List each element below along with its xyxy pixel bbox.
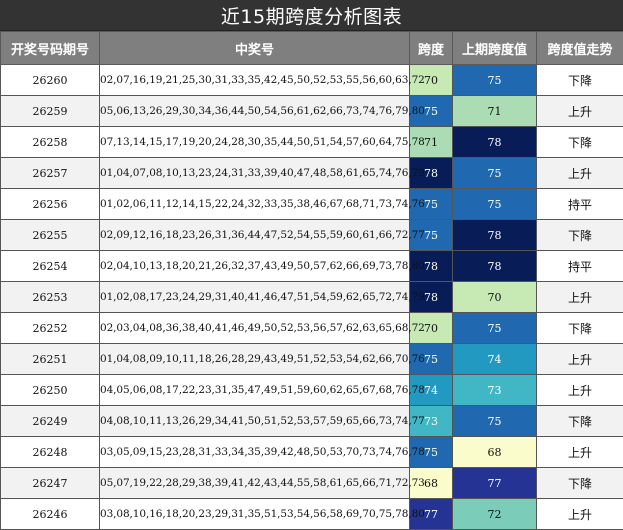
trend-cell: 下降 (536, 467, 623, 499)
trend-cell: 上升 (536, 281, 623, 313)
issue-cell: 26258 (0, 126, 100, 158)
table-row: 26251 01,04,08,09,10,11,18,26,28,29,43,4… (0, 343, 623, 375)
numbers-cell: 01,02,06,11,12,14,15,22,24,32,33,35,38,4… (99, 188, 425, 220)
prev-span-cell: 77 (452, 467, 537, 499)
prev-span-cell: 68 (452, 436, 537, 468)
numbers-cell: 02,03,04,08,36,38,40,41,46,49,50,52,53,5… (99, 312, 425, 344)
prev-span-cell: 75 (452, 312, 537, 344)
prev-span-cell: 75 (452, 64, 537, 96)
column-header-prev-span: 上期跨度值 (452, 31, 537, 65)
table-row: 26248 03,05,09,15,23,28,31,33,34,35,39,4… (0, 436, 623, 468)
column-header-numbers: 中奖号 (99, 31, 410, 65)
table-row: 26247 05,07,19,22,28,29,38,39,41,42,43,4… (0, 467, 623, 499)
trend-cell: 下降 (536, 126, 623, 158)
numbers-cell: 04,05,06,08,17,22,23,31,35,47,49,51,59,6… (99, 374, 425, 406)
issue-cell: 26251 (0, 343, 100, 375)
issue-cell: 26257 (0, 157, 100, 189)
table-row: 26254 02,04,10,13,18,20,21,26,32,37,43,4… (0, 250, 623, 282)
table-row: 26258 07,13,14,15,17,19,20,24,28,30,35,4… (0, 126, 623, 158)
page-title: 近15期跨度分析图表 (0, 0, 623, 31)
prev-span-cell: 78 (452, 219, 537, 251)
table-body: 26260 02,07,16,19,21,25,30,31,33,35,42,4… (0, 64, 623, 530)
column-header-trend: 跨度值走势 (536, 31, 623, 65)
numbers-cell: 05,07,19,22,28,29,38,39,41,42,43,44,55,5… (99, 467, 425, 499)
numbers-cell: 03,08,10,16,18,20,23,29,31,35,51,53,54,5… (99, 498, 425, 530)
trend-cell: 上升 (536, 95, 623, 127)
prev-span-cell: 73 (452, 374, 537, 406)
table-row: 26249 04,08,10,11,13,26,29,34,41,50,51,5… (0, 405, 623, 437)
table-row: 26252 02,03,04,08,36,38,40,41,46,49,50,5… (0, 312, 623, 344)
numbers-cell: 01,04,07,08,10,13,23,24,31,33,39,40,47,4… (99, 157, 425, 189)
trend-cell: 下降 (536, 312, 623, 344)
trend-cell: 下降 (536, 405, 623, 437)
prev-span-cell: 78 (452, 250, 537, 282)
issue-cell: 26256 (0, 188, 100, 220)
trend-cell: 上升 (536, 157, 623, 189)
numbers-cell: 03,05,09,15,23,28,31,33,34,35,39,42,48,5… (99, 436, 425, 468)
trend-cell: 持平 (536, 250, 623, 282)
table-row: 26250 04,05,06,08,17,22,23,31,35,47,49,5… (0, 374, 623, 406)
table-header-row: 开奖号码期号 中奖号 跨度 上期跨度值 跨度值走势 (0, 31, 623, 65)
issue-cell: 26254 (0, 250, 100, 282)
table-row: 26259 05,06,13,26,29,30,34,36,44,50,54,5… (0, 95, 623, 127)
issue-cell: 26260 (0, 64, 100, 96)
table-row: 26260 02,07,16,19,21,25,30,31,33,35,42,4… (0, 64, 623, 96)
numbers-cell: 01,02,08,17,23,24,29,31,40,41,46,47,51,5… (99, 281, 425, 313)
prev-span-cell: 74 (452, 343, 537, 375)
span-table: 开奖号码期号 中奖号 跨度 上期跨度值 跨度值走势 26260 02,07,16… (0, 31, 623, 530)
issue-cell: 26250 (0, 374, 100, 406)
issue-cell: 26252 (0, 312, 100, 344)
table-row: 26256 01,02,06,11,12,14,15,22,24,32,33,3… (0, 188, 623, 220)
numbers-cell: 02,07,16,19,21,25,30,31,33,35,42,45,50,5… (99, 64, 425, 96)
table-row: 26255 02,09,12,16,18,23,26,31,36,44,47,5… (0, 219, 623, 251)
span-analysis-chart: 近15期跨度分析图表 开奖号码期号 中奖号 跨度 上期跨度值 跨度值走势 262… (0, 0, 623, 530)
prev-span-cell: 78 (452, 126, 537, 158)
issue-cell: 26249 (0, 405, 100, 437)
prev-span-cell: 75 (452, 157, 537, 189)
numbers-cell: 04,08,10,11,13,26,29,34,41,50,51,52,53,5… (99, 405, 425, 437)
column-header-issue: 开奖号码期号 (0, 31, 100, 65)
prev-span-cell: 72 (452, 498, 537, 530)
issue-cell: 26247 (0, 467, 100, 499)
table-row: 26253 01,02,08,17,23,24,29,31,40,41,46,4… (0, 281, 623, 313)
trend-cell: 上升 (536, 498, 623, 530)
trend-cell: 上升 (536, 343, 623, 375)
issue-cell: 26246 (0, 498, 100, 530)
trend-cell: 上升 (536, 374, 623, 406)
numbers-cell: 02,09,12,16,18,23,26,31,36,44,47,52,54,5… (99, 219, 425, 251)
issue-cell: 26253 (0, 281, 100, 313)
trend-cell: 持平 (536, 188, 623, 220)
prev-span-cell: 75 (452, 188, 537, 220)
numbers-cell: 07,13,14,15,17,19,20,24,28,30,35,44,50,5… (99, 126, 425, 158)
prev-span-cell: 75 (452, 405, 537, 437)
numbers-cell: 05,06,13,26,29,30,34,36,44,50,54,56,61,6… (99, 95, 425, 127)
issue-cell: 26248 (0, 436, 100, 468)
issue-cell: 26255 (0, 219, 100, 251)
column-header-span: 跨度 (409, 31, 453, 65)
numbers-cell: 01,04,08,09,10,11,18,26,28,29,43,49,51,5… (99, 343, 425, 375)
prev-span-cell: 70 (452, 281, 537, 313)
trend-cell: 下降 (536, 64, 623, 96)
numbers-cell: 02,04,10,13,18,20,21,26,32,37,43,49,50,5… (99, 250, 425, 282)
table-row: 26246 03,08,10,16,18,20,23,29,31,35,51,5… (0, 498, 623, 530)
trend-cell: 上升 (536, 436, 623, 468)
prev-span-cell: 71 (452, 95, 537, 127)
table-row: 26257 01,04,07,08,10,13,23,24,31,33,39,4… (0, 157, 623, 189)
issue-cell: 26259 (0, 95, 100, 127)
trend-cell: 下降 (536, 219, 623, 251)
